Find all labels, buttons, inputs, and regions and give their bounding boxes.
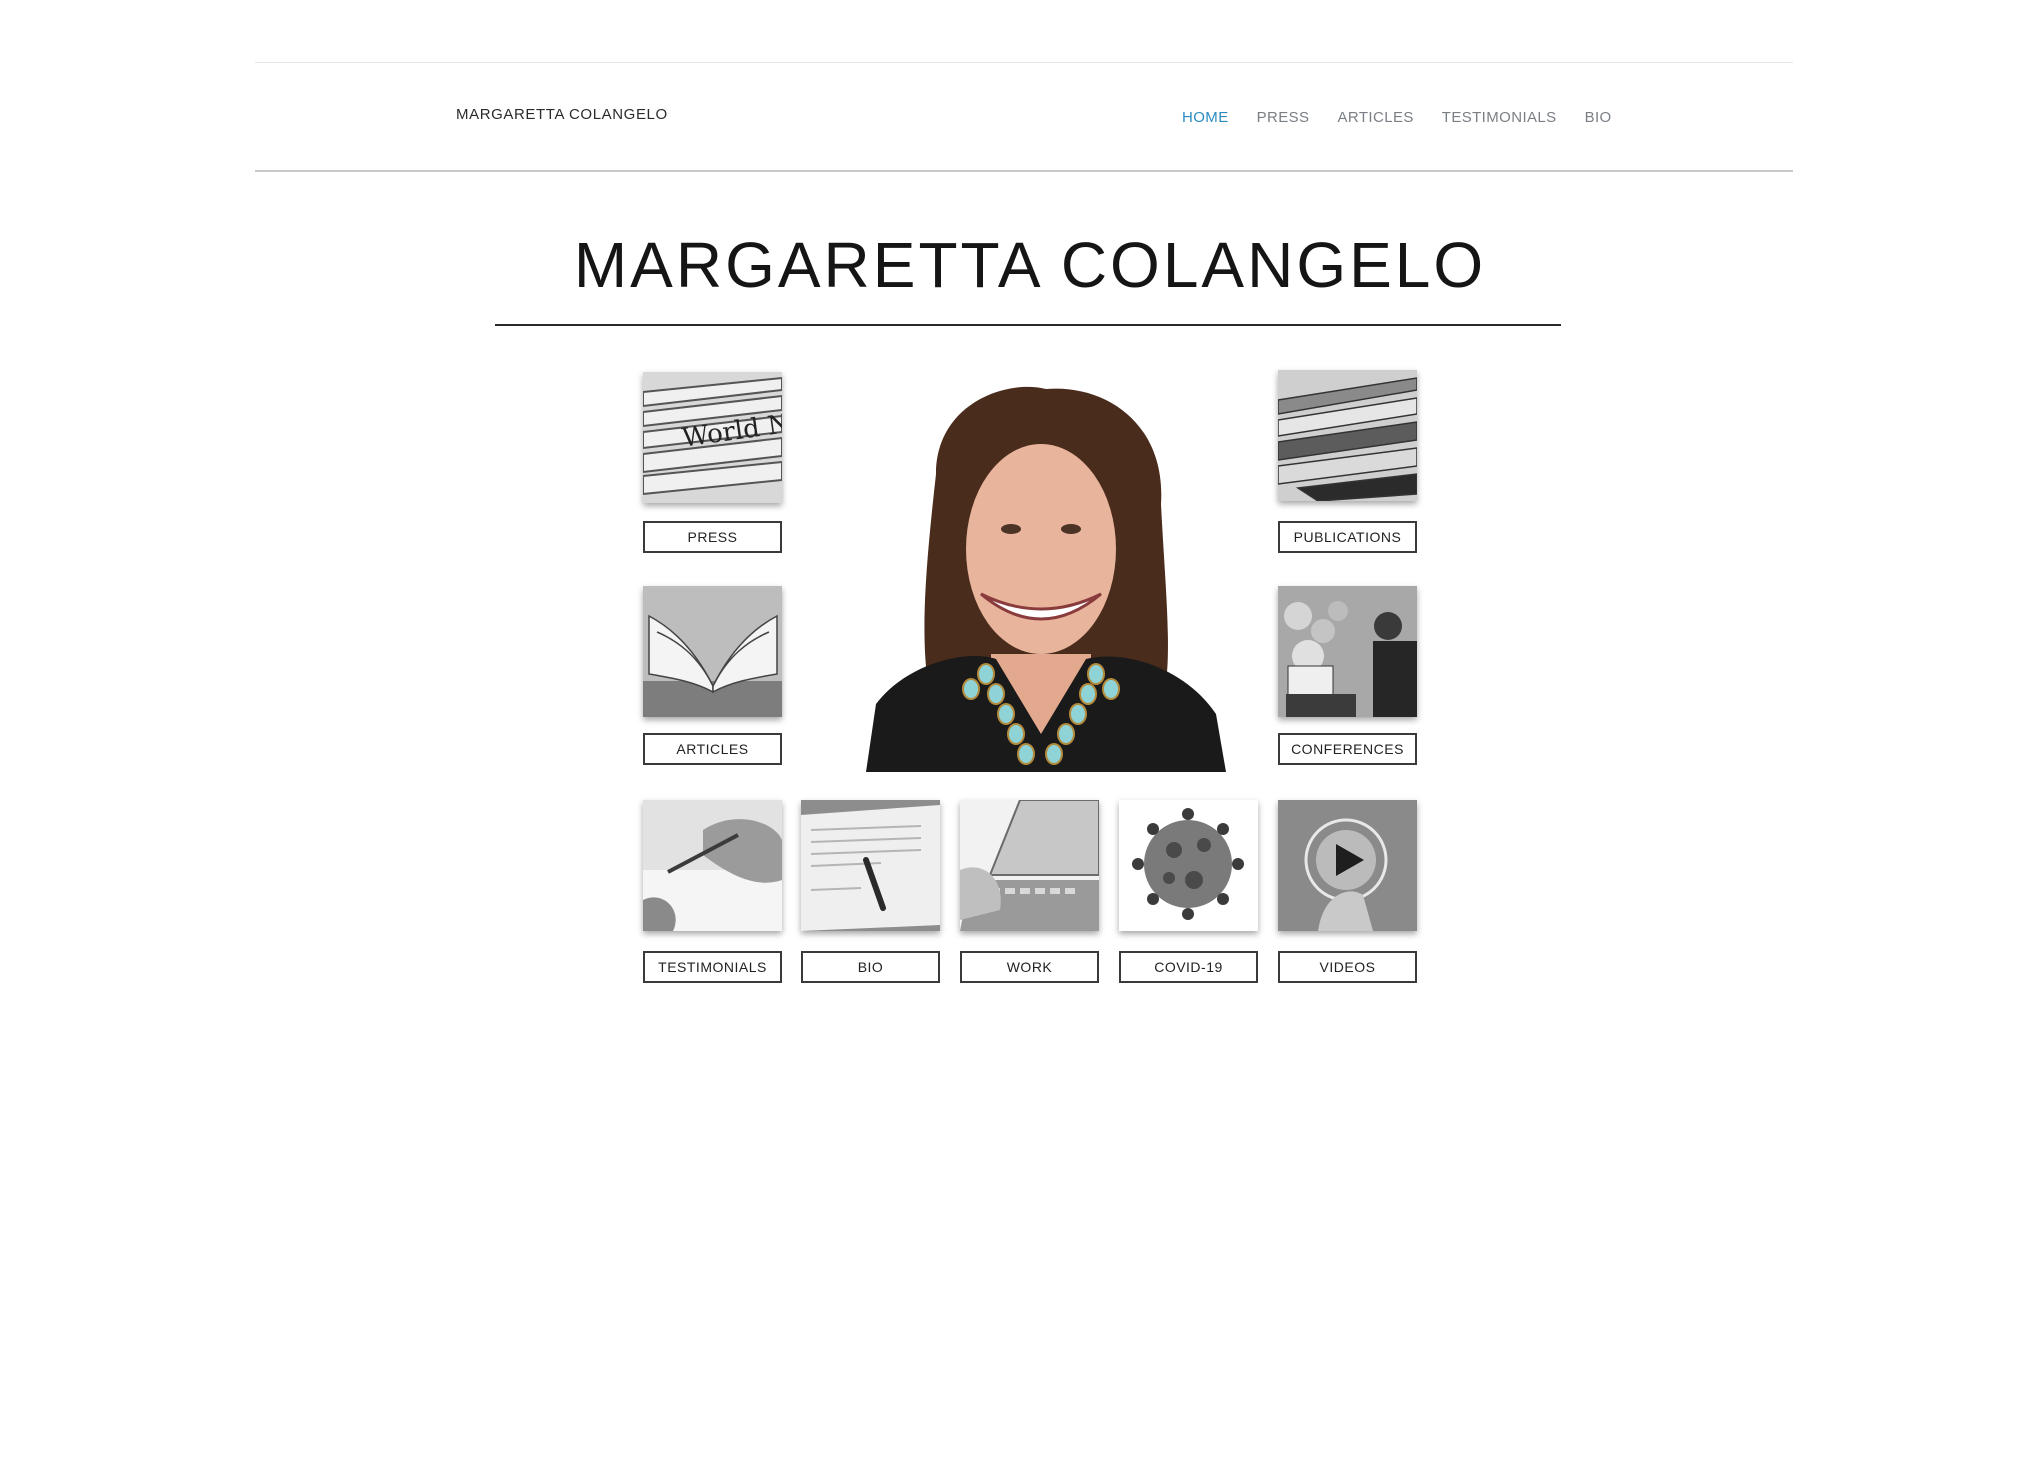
tile-covid-19[interactable]: COVID-19 xyxy=(1119,800,1258,983)
nav-item-press[interactable]: PRESS xyxy=(1243,105,1324,131)
portrait-photo xyxy=(866,384,1226,772)
conferences-button[interactable]: CONFERENCES xyxy=(1278,733,1417,765)
site-brand[interactable]: MARGARETTA COLANGELO xyxy=(456,106,668,123)
virus-image[interactable] xyxy=(1119,800,1258,931)
testimonials-button[interactable]: TESTIMONIALS xyxy=(643,951,782,983)
top-divider xyxy=(255,62,1793,63)
open-book-image[interactable] xyxy=(643,586,782,717)
page: MARGARETTA COLANGELO HOME PRESS ARTICLES… xyxy=(0,0,2034,1470)
nav-item-testimonials[interactable]: TESTIMONIALS xyxy=(1428,105,1571,131)
bio-button[interactable]: BIO xyxy=(801,951,940,983)
tile-articles[interactable]: ARTICLES xyxy=(643,586,782,765)
tile-publications[interactable]: PUBLICATIONS xyxy=(1278,370,1417,553)
tile-work[interactable]: WORK xyxy=(960,800,1099,983)
covid-19-button[interactable]: COVID-19 xyxy=(1119,951,1258,983)
tile-press[interactable]: World Ne PRESS xyxy=(643,372,782,553)
publications-button[interactable]: PUBLICATIONS xyxy=(1278,521,1417,553)
laptop-typing-image[interactable] xyxy=(960,800,1099,931)
play-button-image[interactable] xyxy=(1278,800,1417,931)
document-pen-image[interactable] xyxy=(801,800,940,931)
tile-bio[interactable]: BIO xyxy=(801,800,940,983)
header-divider xyxy=(255,170,1793,172)
nav-item-bio[interactable]: BIO xyxy=(1571,105,1626,131)
magazines-image[interactable] xyxy=(1278,370,1417,501)
tile-videos[interactable]: VIDEOS xyxy=(1278,800,1417,983)
page-title: MARGARETTA COLANGELO xyxy=(573,229,1487,301)
work-button[interactable]: WORK xyxy=(960,951,1099,983)
title-underline xyxy=(495,324,1561,326)
main-nav: HOME PRESS ARTICLES TESTIMONIALS BIO xyxy=(1168,105,1626,131)
newspapers-image[interactable]: World Ne xyxy=(643,372,782,503)
speaker-podium-image[interactable] xyxy=(1278,586,1417,717)
nav-item-articles[interactable]: ARTICLES xyxy=(1323,105,1427,131)
videos-button[interactable]: VIDEOS xyxy=(1278,951,1417,983)
nav-item-home[interactable]: HOME xyxy=(1168,105,1243,131)
articles-button[interactable]: ARTICLES xyxy=(643,733,782,765)
writing-hand-image[interactable] xyxy=(643,800,782,931)
tile-testimonials[interactable]: TESTIMONIALS xyxy=(643,800,782,983)
tile-conferences[interactable]: CONFERENCES xyxy=(1278,586,1417,765)
press-button[interactable]: PRESS xyxy=(643,521,782,553)
